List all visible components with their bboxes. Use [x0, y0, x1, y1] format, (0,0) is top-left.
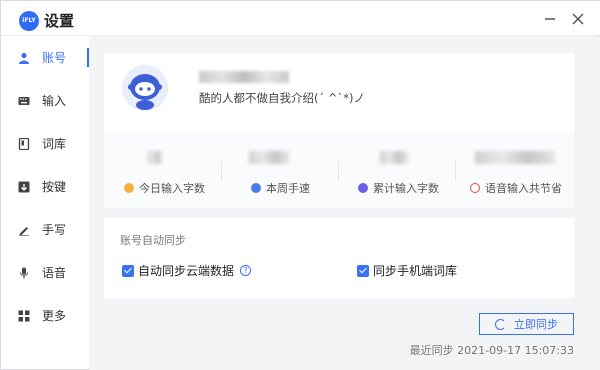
username-blurred — [199, 71, 289, 83]
window-title: 设置 — [44, 12, 75, 30]
minimize-icon — [545, 18, 555, 20]
sync-now-label: 立即同步 — [514, 318, 558, 331]
coin-icon — [124, 183, 134, 193]
mic-icon — [20, 267, 28, 278]
profile-card: 酷的人都不做自我介绍(´ ^`*)ノ 今日输入字数 本周手速 累计输入字数 语音… — [104, 53, 574, 208]
sidebar-item-handwriting[interactable]: 手写 — [1, 208, 89, 251]
sidebar-item-label: 输入 — [42, 94, 67, 108]
close-button[interactable] — [569, 10, 587, 28]
book-icon — [18, 137, 30, 150]
stat-voice-saved: 语音输入共节省 — [455, 133, 572, 208]
last-sync-time: 最近同步 2021-09-17 15:07:33 — [409, 344, 574, 357]
title-bar: iFLY 设置 — [1, 1, 600, 36]
sidebar-nav: 账号 输入 词库 按键 手写 语音 更多 — [1, 36, 89, 337]
sidebar-item-account[interactable]: 账号 — [1, 36, 89, 79]
checkbox-label: 同步手机端词库 — [373, 264, 458, 278]
close-icon — [572, 13, 584, 25]
stat-label: 累计输入字数 — [358, 180, 439, 196]
sidebar-item-lexicon[interactable]: 词库 — [1, 122, 89, 165]
stat-value-blurred — [148, 151, 162, 164]
user-icon — [19, 52, 29, 64]
stat-total-chars: 累计输入字数 — [338, 133, 455, 208]
stat-label: 语音输入共节省 — [470, 180, 562, 196]
sync-section-title: 账号自动同步 — [120, 234, 186, 247]
settings-window: iFLY 设置 账号 输入 词库 按键 手写 语音 更多 酷的人都不做自我介绍(… — [0, 0, 600, 370]
stat-label: 今日输入字数 — [124, 180, 205, 196]
sidebar: 账号 输入 词库 按键 手写 语音 更多 — [1, 36, 89, 369]
sync-card: 账号自动同步 自动同步云端数据 ? 同步手机端词库 — [104, 218, 574, 298]
avatar[interactable] — [122, 65, 168, 111]
stat-value-blurred — [475, 151, 555, 164]
clock-icon — [470, 183, 480, 193]
stat-today-chars: 今日输入字数 — [104, 133, 221, 208]
pen-icon — [19, 226, 29, 236]
sidebar-item-label: 语音 — [42, 266, 67, 280]
grid-icon — [18, 310, 30, 321]
sync-now-button[interactable]: 立即同步 — [479, 313, 574, 335]
user-bio: 酷的人都不做自我介绍(´ ^`*)ノ — [199, 91, 366, 105]
checkbox-checked-icon — [357, 264, 369, 277]
sidebar-item-more[interactable]: 更多 — [1, 294, 89, 337]
sidebar-item-label: 账号 — [42, 51, 67, 65]
stat-value-blurred — [380, 151, 408, 164]
chart-icon — [358, 183, 368, 193]
refresh-icon — [495, 318, 506, 330]
speed-icon — [251, 183, 261, 193]
sidebar-item-label: 手写 — [42, 223, 67, 237]
sidebar-item-voice[interactable]: 语音 — [1, 251, 89, 294]
sidebar-item-label: 词库 — [42, 137, 67, 151]
stat-label: 本周手速 — [251, 180, 310, 196]
stat-value-blurred — [249, 151, 289, 164]
phone-lexicon-sync-checkbox[interactable]: 同步手机端词库 — [357, 262, 457, 279]
checkbox-label: 自动同步云端数据 — [138, 264, 235, 278]
avatar-robot-icon — [122, 65, 168, 111]
main-content: 酷的人都不做自我介绍(´ ^`*)ノ 今日输入字数 本周手速 累计输入字数 语音… — [89, 37, 600, 370]
stats-band: 今日输入字数 本周手速 累计输入字数 语音输入共节省 — [104, 133, 574, 208]
help-icon[interactable]: ? — [240, 265, 252, 276]
ifly-logo: iFLY — [19, 11, 39, 31]
auto-cloud-sync-checkbox[interactable]: 自动同步云端数据 ? — [122, 262, 252, 279]
stat-week-speed: 本周手速 — [221, 133, 338, 208]
key-icon — [18, 181, 30, 192]
checkbox-checked-icon — [122, 264, 134, 277]
minimize-button[interactable] — [541, 10, 559, 28]
sidebar-item-label: 更多 — [42, 309, 67, 323]
keyboard-icon — [18, 96, 30, 105]
sidebar-item-keys[interactable]: 按键 — [1, 165, 89, 208]
sidebar-item-input[interactable]: 输入 — [1, 79, 89, 122]
sidebar-item-label: 按键 — [42, 180, 67, 194]
